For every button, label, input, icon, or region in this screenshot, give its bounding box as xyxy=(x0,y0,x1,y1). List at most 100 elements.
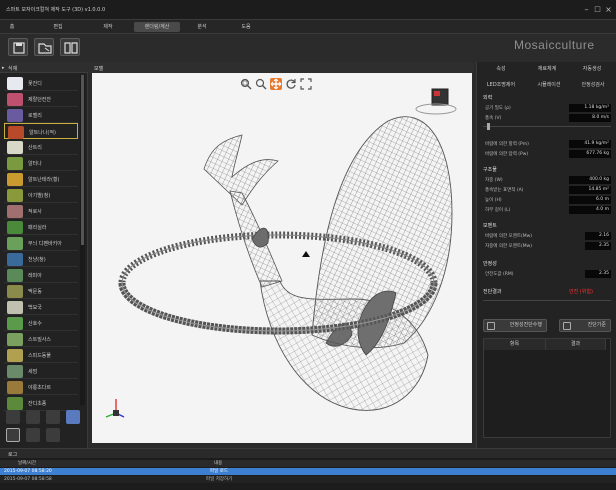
plant-thumbnail xyxy=(7,253,23,266)
log-row[interactable]: 2015-09-07 08:58:20 파일 로드 xyxy=(0,468,616,475)
section-moment-title: 모멘트 xyxy=(483,223,497,229)
collapse-icon[interactable]: ▸ xyxy=(2,65,5,71)
grid-icon[interactable] xyxy=(66,410,80,424)
fill-icon[interactable] xyxy=(26,428,40,442)
plant-item[interactable]: 백묘국 xyxy=(4,299,78,315)
plant-item[interactable]: 알터나 xyxy=(4,155,78,171)
plant-label: 알트난테라(황) xyxy=(28,177,60,183)
plant-label: 꽃잔디 xyxy=(28,81,42,87)
plant-label: 세덤 xyxy=(28,369,38,375)
plant-item[interactable]: 알트나나(적) xyxy=(4,123,78,139)
criteria-button[interactable]: 진단기준 xyxy=(559,319,611,332)
wind-row: 풍속 (V) 8.0 m/s xyxy=(485,114,611,122)
moment-row: 바람에 의한 모멘트(Mw) 2.16 xyxy=(485,232,611,240)
plant-item[interactable]: 산트리 xyxy=(4,139,78,155)
plant-item[interactable]: 세덤 xyxy=(4,363,78,379)
select-icon[interactable] xyxy=(46,428,60,442)
log-row[interactable]: 2015-09-07 08:58:58 파일 저장하기 xyxy=(0,476,616,483)
plant-item[interactable]: 무늬 디펜바키아 xyxy=(4,235,78,251)
plant-item[interactable]: 패리실라 xyxy=(4,219,78,235)
plant-item[interactable]: 잔디초종 xyxy=(4,395,78,411)
minimize-icon[interactable]: – xyxy=(582,5,591,14)
wind-slider-handle[interactable] xyxy=(487,123,490,130)
plant-item[interactable]: 적로사 xyxy=(4,203,78,219)
open-button[interactable] xyxy=(34,38,54,56)
plant-thumbnail xyxy=(7,317,23,330)
plant-item[interactable]: 알트난테라(황) xyxy=(4,171,78,187)
plant-thumbnail xyxy=(7,93,23,106)
plant-label: 백묘국 xyxy=(28,305,42,311)
plant-item[interactable]: 로벨리 xyxy=(4,107,78,123)
menu-render[interactable]: 렌더링/계산 xyxy=(134,22,180,32)
plant-item[interactable]: 산호수 xyxy=(4,315,78,331)
plant-item[interactable]: 제랄던컨잔 xyxy=(4,91,78,107)
run-stability-button[interactable]: 안정성진단수행 xyxy=(483,319,547,332)
section-structure-title: 구조물 xyxy=(483,167,497,173)
menu-edit[interactable]: 편집 xyxy=(38,22,78,32)
scroll-thumb[interactable] xyxy=(81,75,84,245)
plant-thumbnail xyxy=(7,77,23,90)
plant-item[interactable]: 야룡초다르 xyxy=(4,379,78,395)
section-wind-title: 외력 xyxy=(483,95,493,101)
stability-row: 안전도값 (RM) 2.35 xyxy=(485,270,611,278)
tab-simulation[interactable]: 시뮬레이션 xyxy=(527,80,571,90)
plant-label: 로벨리 xyxy=(28,113,42,119)
save-button[interactable] xyxy=(8,38,28,56)
close-icon[interactable]: × xyxy=(604,5,613,14)
plant-list-scrollbar[interactable] xyxy=(80,75,85,405)
wind-row: 공기 밀도 (ρ) 1.18 kg/m³ xyxy=(485,104,611,112)
wind-slider[interactable] xyxy=(483,126,611,127)
menu-create[interactable]: 제작 xyxy=(88,22,128,32)
criteria-icon xyxy=(563,322,571,330)
log-panel: 날짜/시간 내용 2015-09-07 08:58:20 파일 로드 2015-… xyxy=(0,458,616,490)
model-viewport[interactable] xyxy=(92,73,472,443)
plant-thumbnail xyxy=(7,269,23,282)
plant-item[interactable]: 아기별(청) xyxy=(4,187,78,203)
tab-material[interactable]: 재료체계 xyxy=(527,64,567,74)
log-header-message[interactable]: 내용 xyxy=(214,460,222,467)
tab-stability[interactable]: 안정성검사 xyxy=(571,80,615,90)
wind-row: 바람에 의한 압력 (Pw) 677.76 kg xyxy=(485,150,611,158)
structure-row: 하부 길이 (L) 4.0 m xyxy=(485,206,611,214)
plant-label: 산트리 xyxy=(28,145,42,151)
tab-properties[interactable]: 속성 xyxy=(481,64,521,74)
plant-item[interactable]: 맥문동 xyxy=(4,283,78,299)
structure-row: 풍속받는 표면적 (A) 14.85 m² xyxy=(485,186,611,194)
plant-label: 천냥(청) xyxy=(28,257,46,263)
plant-label: 맥문동 xyxy=(28,289,42,295)
menu-help[interactable]: 도움 xyxy=(226,22,266,32)
plant-thumbnail xyxy=(7,285,23,298)
plant-item[interactable]: 스트빌사스 xyxy=(4,331,78,347)
plant-thumbnail xyxy=(7,205,23,218)
tab-autogen[interactable]: 자동생성 xyxy=(571,64,613,74)
result-table: 항목 결과 xyxy=(483,338,611,438)
model-view-title: 모델 xyxy=(94,66,104,72)
plant-item[interactable]: 천냥(청) xyxy=(4,251,78,267)
plant-item[interactable]: 레피아 xyxy=(4,267,78,283)
plant-thumbnail xyxy=(7,237,23,250)
menu-analysis[interactable]: 분석 xyxy=(182,22,222,32)
plant-label: 레피아 xyxy=(28,273,42,279)
maximize-icon[interactable]: □ xyxy=(593,5,602,14)
table-header-result[interactable]: 결과 xyxy=(546,339,606,350)
plant-item[interactable]: 꽃잔디 xyxy=(4,75,78,91)
pick-icon[interactable] xyxy=(46,410,60,424)
eraser-icon[interactable] xyxy=(26,410,40,424)
table-header-item[interactable]: 항목 xyxy=(484,339,546,350)
log-column-headers: 날짜/시간 내용 xyxy=(0,460,616,467)
moment-row: 자중에 의한 모멘트(Mw) 2.35 xyxy=(485,242,611,250)
book-icon xyxy=(64,42,78,54)
brush-icon[interactable] xyxy=(6,410,20,424)
model-view-header: 모델 xyxy=(88,62,474,73)
plant-thumbnail xyxy=(7,189,23,202)
plant-label: 스피드동풀 xyxy=(28,353,52,359)
run-icon xyxy=(487,322,495,330)
book-button[interactable] xyxy=(60,38,80,56)
tab-led[interactable]: LED조명제어 xyxy=(479,80,523,90)
menu-home[interactable]: 홈 xyxy=(2,22,22,32)
pattern-icon[interactable] xyxy=(6,428,20,442)
log-header-time[interactable]: 날짜/시간 xyxy=(18,460,36,467)
plant-thumbnail xyxy=(7,397,23,410)
plant-thumbnail xyxy=(7,173,23,186)
plant-item[interactable]: 스피드동풀 xyxy=(4,347,78,363)
